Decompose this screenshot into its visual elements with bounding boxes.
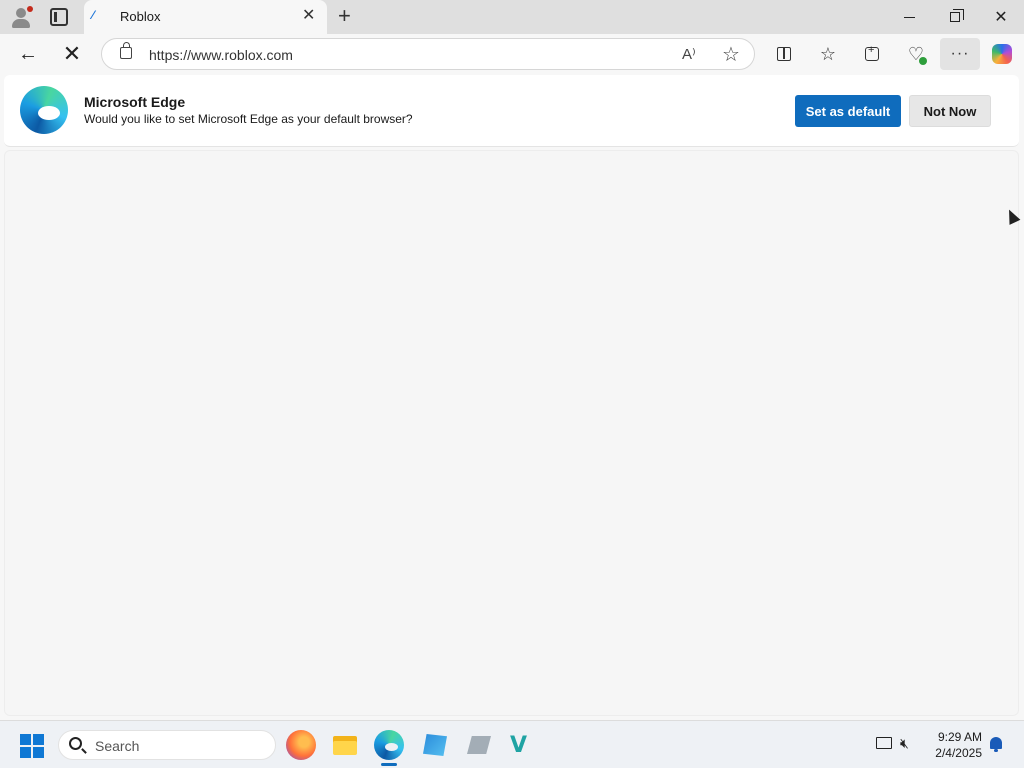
taskbar: Search V 🔇︎ 9:29 AM 2/4/2025	[0, 720, 1024, 768]
collections-button[interactable]	[856, 38, 888, 70]
minimize-icon	[903, 16, 915, 18]
app-icon[interactable]: V	[508, 730, 538, 760]
ellipsis-icon: ···	[950, 45, 970, 62]
tab-roblox[interactable]: ⁄ Roblox ✕	[84, 0, 327, 34]
arrow-left-icon: ←	[18, 42, 38, 65]
tab-close-icon[interactable]: ✕	[302, 8, 315, 24]
taskbar-search[interactable]: Search	[58, 730, 276, 760]
file-explorer-icon[interactable]	[330, 730, 360, 760]
roblox-favicon-icon: ⁄	[92, 8, 95, 22]
infobar-title: Microsoft Edge	[84, 94, 186, 110]
volume-muted-icon[interactable]: 🔇︎	[900, 735, 920, 755]
edge-logo-icon	[20, 86, 68, 134]
url-text[interactable]: https://www.roblox.com	[149, 47, 293, 63]
favorites-button[interactable]: ☆	[812, 38, 844, 70]
infobar-message: Would you like to set Microsoft Edge as …	[84, 112, 413, 126]
star-icon[interactable]: ☆	[722, 42, 740, 67]
network-icon[interactable]	[874, 735, 894, 755]
close-icon: ✕	[994, 9, 1008, 26]
edge-icon[interactable]	[374, 730, 404, 760]
split-screen-icon	[777, 47, 791, 61]
not-now-button[interactable]: Not Now	[909, 95, 991, 127]
clock-date: 2/4/2025	[935, 746, 982, 760]
app-icon[interactable]	[420, 730, 450, 760]
browser-essentials-button[interactable]: ♡	[900, 38, 932, 70]
page-content[interactable]	[4, 150, 1019, 716]
minimize-button[interactable]	[886, 0, 932, 34]
search-icon	[69, 737, 82, 750]
more-menu-button[interactable]: ···	[940, 38, 980, 70]
lock-icon[interactable]	[120, 42, 132, 59]
close-icon: ✕	[62, 41, 82, 66]
split-screen-button[interactable]	[768, 38, 800, 70]
tab-title: Roblox	[120, 9, 161, 24]
notification-bell-icon[interactable]	[988, 735, 1004, 753]
set-as-default-button[interactable]: Set as default	[795, 95, 901, 127]
profile-icon[interactable]	[10, 6, 34, 28]
app-icon[interactable]	[464, 730, 494, 760]
start-button[interactable]	[20, 734, 44, 758]
collections-icon	[865, 44, 879, 61]
stop-loading-button[interactable]: ✕	[56, 38, 88, 70]
copilot-icon	[992, 44, 1012, 64]
status-dot	[919, 57, 927, 65]
copilot-button[interactable]	[986, 38, 1018, 70]
active-app-indicator	[381, 763, 397, 766]
search-placeholder: Search	[95, 738, 140, 754]
toolbar: ← ✕ https://www.roblox.com A⁾ ☆ ☆ ♡ ···	[0, 34, 1024, 74]
read-aloud-icon[interactable]: A⁾	[682, 45, 696, 63]
default-browser-infobar: Microsoft Edge Would you like to set Mic…	[4, 75, 1019, 147]
clock-time: 9:29 AM	[937, 730, 982, 744]
address-bar[interactable]: https://www.roblox.com A⁾ ☆	[101, 38, 755, 70]
tab-actions-icon[interactable]	[50, 8, 68, 26]
restore-button[interactable]	[932, 0, 978, 34]
title-bar: ⁄ Roblox ✕ + ✕	[0, 0, 1024, 34]
clock[interactable]: 9:29 AM 2/4/2025	[926, 729, 982, 761]
restore-icon	[950, 9, 964, 22]
favorites-icon: ☆	[819, 43, 837, 64]
new-tab-icon[interactable]: +	[338, 5, 351, 27]
close-window-button[interactable]: ✕	[978, 0, 1024, 34]
firefox-icon[interactable]	[286, 730, 316, 760]
back-button[interactable]: ←	[12, 38, 44, 70]
